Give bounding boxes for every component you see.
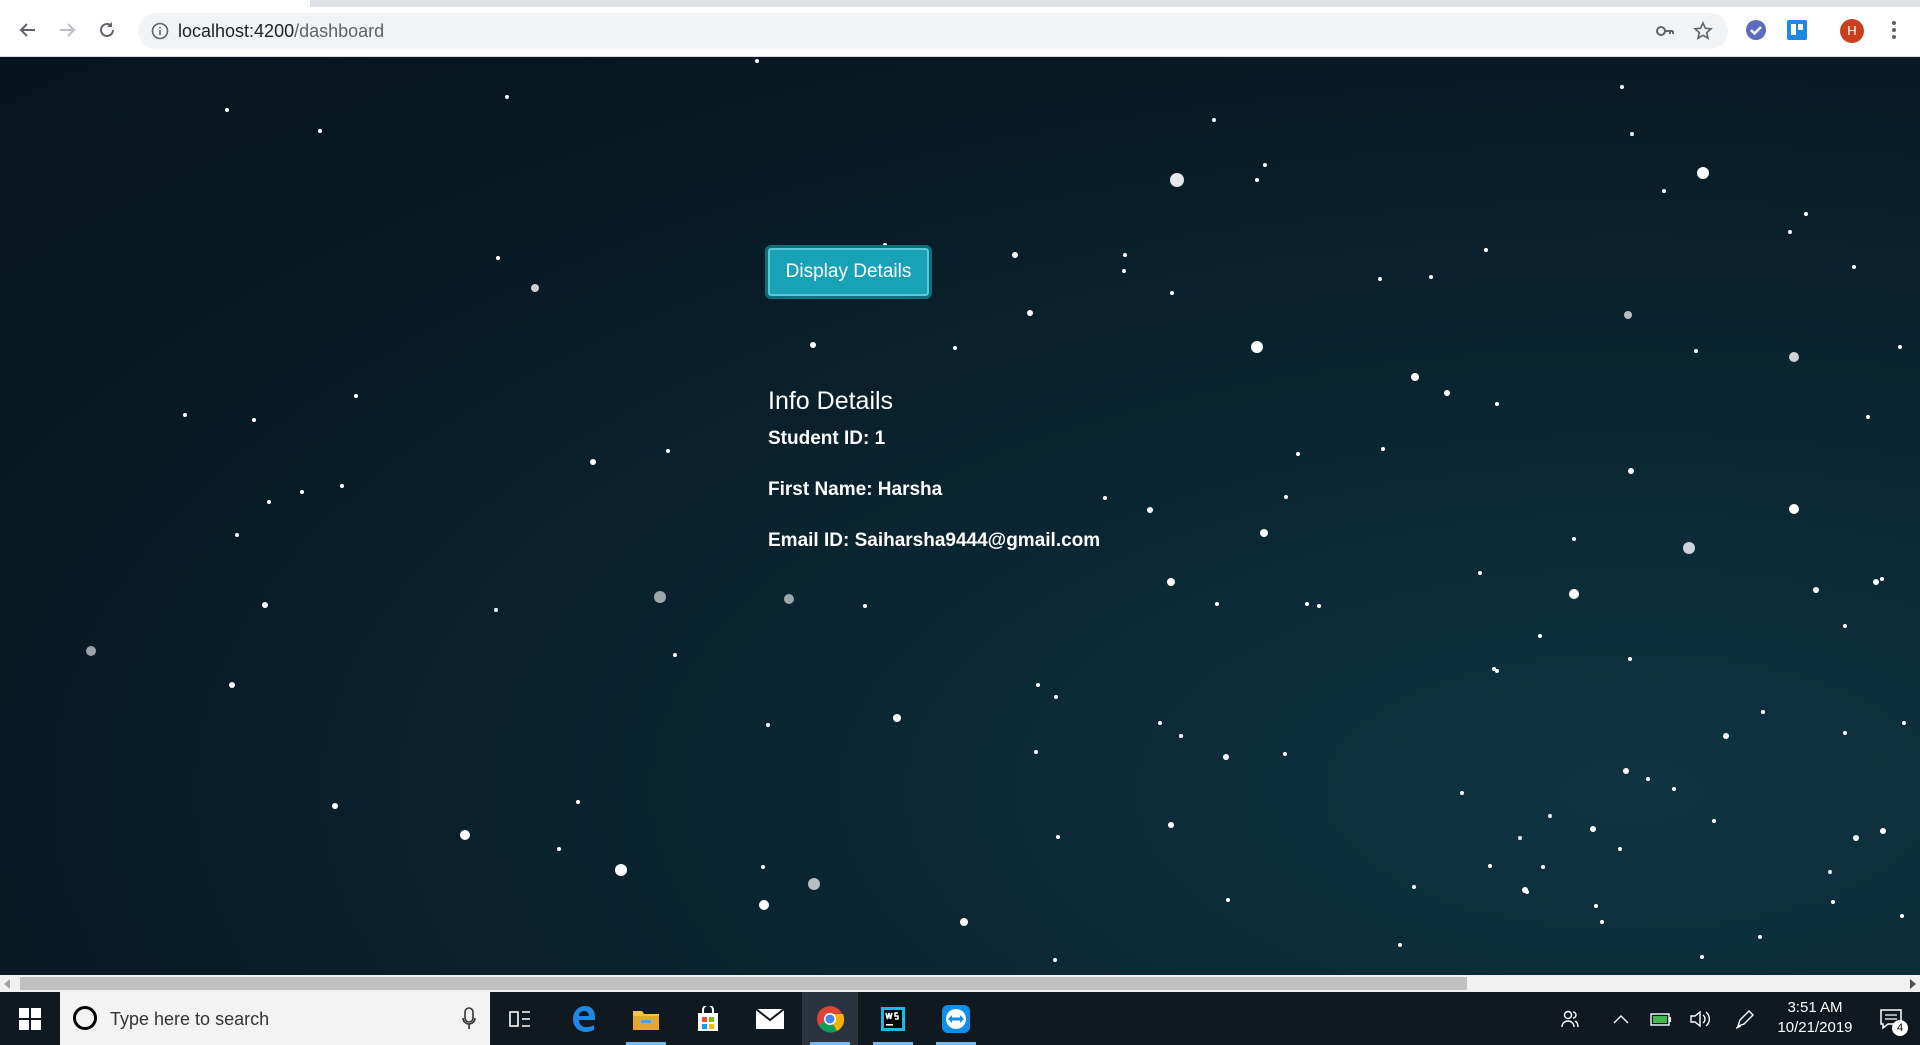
taskbar-search-box[interactable]: Type here to search (60, 992, 490, 1045)
info-details-section: Info Details Student ID: 1 First Name: H… (768, 387, 1100, 581)
people-icon[interactable] (1550, 992, 1590, 1045)
url-host: localhost:4200 (178, 21, 295, 41)
cortana-icon[interactable] (73, 1006, 97, 1030)
menu-kebab-icon[interactable] (1883, 19, 1905, 41)
scrollbar-thumb[interactable] (20, 977, 1467, 990)
first-name-text: First Name: Harsha (768, 479, 943, 500)
key-icon[interactable] (1655, 21, 1675, 41)
notification-center-icon[interactable]: 4 (1862, 992, 1920, 1045)
windows-start-icon[interactable] (0, 992, 60, 1045)
clock-time: 3:51 AM (1787, 999, 1843, 1016)
address-bar[interactable]: localhost:4200/dashboard (138, 13, 1728, 49)
teamviewer-icon[interactable] (928, 992, 984, 1045)
task-view-icon[interactable] (492, 992, 548, 1045)
pen-icon[interactable] (1725, 992, 1765, 1045)
extension-check-icon[interactable] (1745, 19, 1767, 41)
back-icon[interactable] (14, 16, 42, 44)
extension-trello-icon[interactable] (1786, 19, 1808, 41)
star-icon[interactable] (1693, 21, 1713, 41)
reload-icon[interactable] (93, 16, 121, 44)
email-text: Email ID: Saiharsha9444@gmail.com (768, 530, 1101, 551)
webstorm-icon[interactable] (865, 992, 921, 1045)
tray-expand-chevron-icon[interactable] (1601, 992, 1641, 1045)
notification-count-badge: 4 (1892, 1020, 1908, 1036)
info-icon[interactable] (150, 21, 170, 41)
battery-icon[interactable] (1641, 992, 1681, 1045)
volume-icon[interactable] (1680, 992, 1720, 1045)
info-heading: Info Details (768, 387, 894, 415)
display-details-button[interactable]: Display Details (765, 245, 932, 299)
mail-icon[interactable] (742, 992, 798, 1045)
search-placeholder: Type here to search (110, 1009, 270, 1029)
scroll-right-arrow-icon[interactable] (1910, 979, 1916, 989)
tab-strip-rest (310, 0, 1920, 7)
windows-taskbar: Type here to search 3:51 AM 10/21/2019 4 (0, 992, 1920, 1045)
scroll-left-arrow-icon[interactable] (4, 979, 10, 989)
system-clock[interactable]: 3:51 AM 10/21/2019 (1765, 998, 1865, 1038)
student-id-text: Student ID: 1 (768, 428, 886, 449)
forward-icon[interactable] (53, 16, 81, 44)
horizontal-scrollbar[interactable] (0, 975, 1920, 992)
edge-browser-icon[interactable] (556, 992, 612, 1045)
dashboard-page: Display Details Info Details Student ID:… (0, 57, 1920, 975)
tab-strip (0, 0, 310, 7)
profile-avatar[interactable]: H (1840, 19, 1864, 43)
chrome-icon[interactable] (802, 992, 858, 1045)
clock-date: 10/21/2019 (1777, 1019, 1853, 1036)
file-explorer-icon[interactable] (618, 992, 674, 1045)
url-text: localhost:4200/dashboard (178, 21, 384, 42)
browser-toolbar: localhost:4200/dashboard H (0, 0, 1920, 57)
microphone-icon[interactable] (462, 1007, 476, 1031)
url-path: /dashboard (294, 21, 385, 41)
store-icon[interactable] (680, 992, 736, 1045)
